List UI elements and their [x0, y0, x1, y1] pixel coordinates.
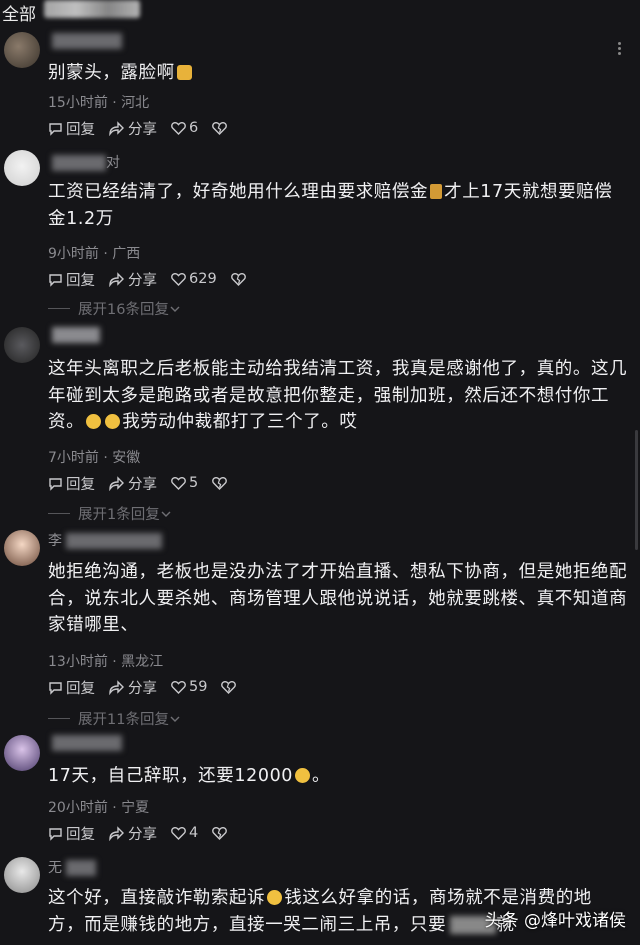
share-icon — [109, 679, 124, 695]
dislike-icon — [230, 273, 246, 286]
reply-icon — [49, 122, 62, 136]
more-icon[interactable] — [618, 42, 622, 57]
dislike-button[interactable] — [212, 826, 230, 840]
comment-item: 别蒙头，露脸啊 15小时前 · 河北 回复 分享 6 — [0, 30, 640, 148]
emoji-icon — [105, 414, 121, 429]
like-button[interactable]: 6 — [171, 120, 198, 136]
comment-text: 她拒绝沟通，老板也是没办法了才开始直播、想私下协商，但是她拒绝配合，说东北人要杀… — [48, 562, 628, 635]
avatar[interactable] — [4, 735, 40, 771]
watermark: 头条 @烽叶戏诸侯 — [484, 911, 626, 931]
avatar[interactable] — [4, 327, 40, 363]
dislike-icon — [212, 477, 228, 490]
reply-button[interactable]: 回复 — [48, 473, 95, 494]
comment-item: 17天，自己辞职，还要12000。 20小时前 · 宁夏 回复 分享 4 — [0, 733, 640, 853]
comment-actions: 回复 分享 629 — [48, 269, 263, 289]
reply-button[interactable]: 回复 — [48, 677, 95, 698]
comment-actions: 回复 分享 5 — [48, 473, 244, 493]
comment-item: 对 工资已经结清了，好奇她用什么理由要求赔偿金 才上17天就想要赔偿金1.2万 9… — [0, 148, 640, 328]
reply-button[interactable]: 回复 — [48, 118, 95, 139]
like-button[interactable]: 59 — [171, 679, 207, 695]
reply-button[interactable]: 回复 — [48, 269, 95, 290]
comment-text: 别蒙头，露脸啊 — [48, 60, 628, 87]
comment-actions: 回复 分享 59 — [48, 677, 253, 697]
share-button[interactable]: 分享 — [109, 118, 157, 139]
reply-icon — [49, 477, 62, 491]
expand-replies-button[interactable]: 展开1条回复 — [48, 503, 172, 524]
comment-text: 17天，自己辞职，还要12000。 — [48, 766, 331, 786]
chevron-down-icon — [161, 511, 171, 517]
emoji-icon — [430, 184, 443, 199]
heart-icon — [171, 827, 186, 840]
emoji-icon — [86, 414, 102, 429]
username[interactable] — [48, 33, 122, 49]
reply-icon — [49, 681, 62, 695]
share-icon — [109, 475, 124, 491]
dislike-button[interactable] — [212, 476, 230, 490]
heart-icon — [171, 681, 186, 694]
avatar[interactable] — [4, 530, 40, 566]
reply-button[interactable]: 回复 — [48, 823, 95, 844]
dislike-icon — [212, 122, 228, 135]
dislike-icon — [221, 681, 237, 694]
emoji-icon — [295, 768, 311, 783]
comment-meta: 15小时前 · 河北 — [48, 95, 150, 111]
share-icon — [109, 120, 124, 136]
dislike-button[interactable] — [221, 680, 239, 694]
comments-header: 全部 — [0, 0, 640, 25]
username[interactable] — [48, 327, 100, 343]
username[interactable]: 无 — [48, 857, 96, 877]
comment-meta: 9小时前 · 广西 — [48, 246, 141, 262]
comment-text: 工资已经结清了，好奇她用什么理由要求赔偿金 才上17天就想要赔偿金1.2万 — [48, 182, 613, 229]
username[interactable] — [48, 735, 122, 751]
avatar[interactable] — [4, 150, 40, 186]
scrollbar[interactable] — [635, 430, 638, 550]
comment-meta: 7小时前 · 安徽 — [48, 450, 141, 466]
comment-item: 这年头离职之后老板能主动给我结清工资，我真是感谢他了，真的。这几年碰到太多是跑路… — [0, 325, 640, 525]
share-button[interactable]: 分享 — [109, 269, 157, 290]
comment-meta: 13小时前 · 黑龙江 — [48, 654, 164, 670]
avatar[interactable] — [4, 857, 40, 893]
reply-icon — [49, 273, 62, 287]
comment-item: 无 这个好，直接敲诈勒索起诉 钱这么好拿的话，商场就不是消费的地方，而是赚钱的地方… — [0, 855, 640, 945]
blurred-count — [44, 0, 140, 18]
share-button[interactable]: 分享 — [109, 473, 157, 494]
share-button[interactable]: 分享 — [109, 823, 157, 844]
share-icon — [109, 271, 124, 287]
comment-meta: 20小时前 · 宁夏 — [48, 800, 150, 816]
comment-actions: 回复 分享 6 — [48, 118, 244, 138]
dislike-icon — [212, 827, 228, 840]
comment-text: 这年头离职之后老板能主动给我结清工资，我真是感谢他了，真的。这几年碰到太多是跑路… — [48, 359, 628, 432]
like-button[interactable]: 4 — [171, 825, 198, 841]
like-button[interactable]: 629 — [171, 271, 217, 287]
avatar[interactable] — [4, 32, 40, 68]
emoji-icon — [267, 890, 283, 905]
emoji-icon — [176, 65, 192, 80]
username[interactable]: 对 — [48, 152, 120, 172]
share-icon — [109, 825, 124, 841]
comment-item: 李 她拒绝沟通，老板也是没办法了才开始直播、想私下协商，但是她拒绝配合，说东北人… — [0, 528, 640, 728]
heart-icon — [171, 477, 186, 490]
dislike-button[interactable] — [212, 121, 230, 135]
expand-replies-button[interactable]: 展开16条回复 — [48, 298, 181, 319]
heart-icon — [171, 122, 186, 135]
chevron-down-icon — [170, 306, 180, 312]
username[interactable]: 李 — [48, 530, 162, 550]
comment-actions: 回复 分享 4 — [48, 823, 244, 843]
chevron-down-icon — [170, 716, 180, 722]
share-button[interactable]: 分享 — [109, 677, 157, 698]
expand-replies-button[interactable]: 展开11条回复 — [48, 708, 181, 729]
heart-icon — [171, 273, 186, 286]
dislike-button[interactable] — [230, 272, 249, 286]
comments-count-title: 全部 — [2, 5, 36, 25]
like-button[interactable]: 5 — [171, 475, 198, 491]
reply-icon — [49, 827, 62, 841]
